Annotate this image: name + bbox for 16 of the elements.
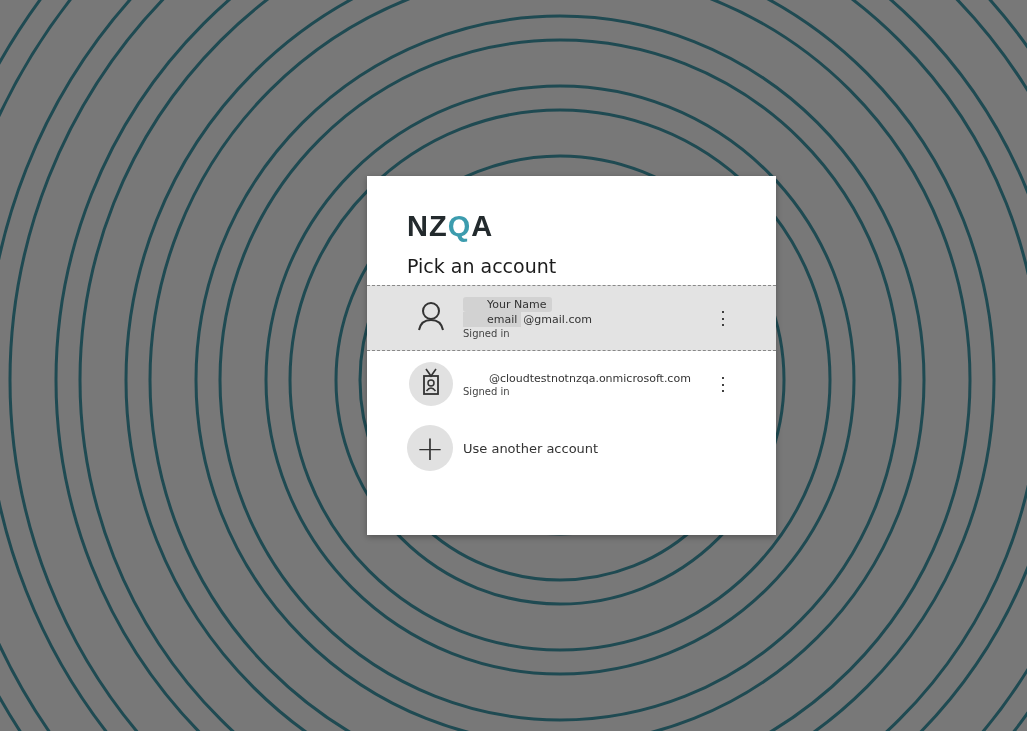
account-status: Signed in — [463, 385, 511, 397]
account-email: @gmail.com — [522, 313, 592, 326]
account-name: Your Name — [463, 297, 553, 312]
more-options-button[interactable]: ⋮ — [710, 307, 736, 329]
plus-icon: + — [407, 425, 453, 471]
account-email: @cloudtestnotnzqa.onmicrosoft.com — [488, 371, 691, 385]
account-item[interactable]: Your Name email @gmail.com Signed in ⋮ — [367, 285, 776, 351]
use-another-account-label: Use another account — [463, 440, 599, 456]
logo: NZQA — [407, 210, 494, 243]
use-another-account-item[interactable]: + Use another account — [367, 417, 776, 479]
dialog-title: Pick an account — [407, 255, 557, 277]
account-status: Signed in — [463, 328, 511, 339]
account-email-redacted: email — [463, 312, 522, 327]
id-badge-icon — [407, 360, 455, 408]
account-item[interactable]: @cloudtestnotnzqa.onmicrosoft.com Signed in ⋮ — [367, 351, 776, 417]
more-options-button[interactable]: ⋮ — [710, 373, 736, 395]
